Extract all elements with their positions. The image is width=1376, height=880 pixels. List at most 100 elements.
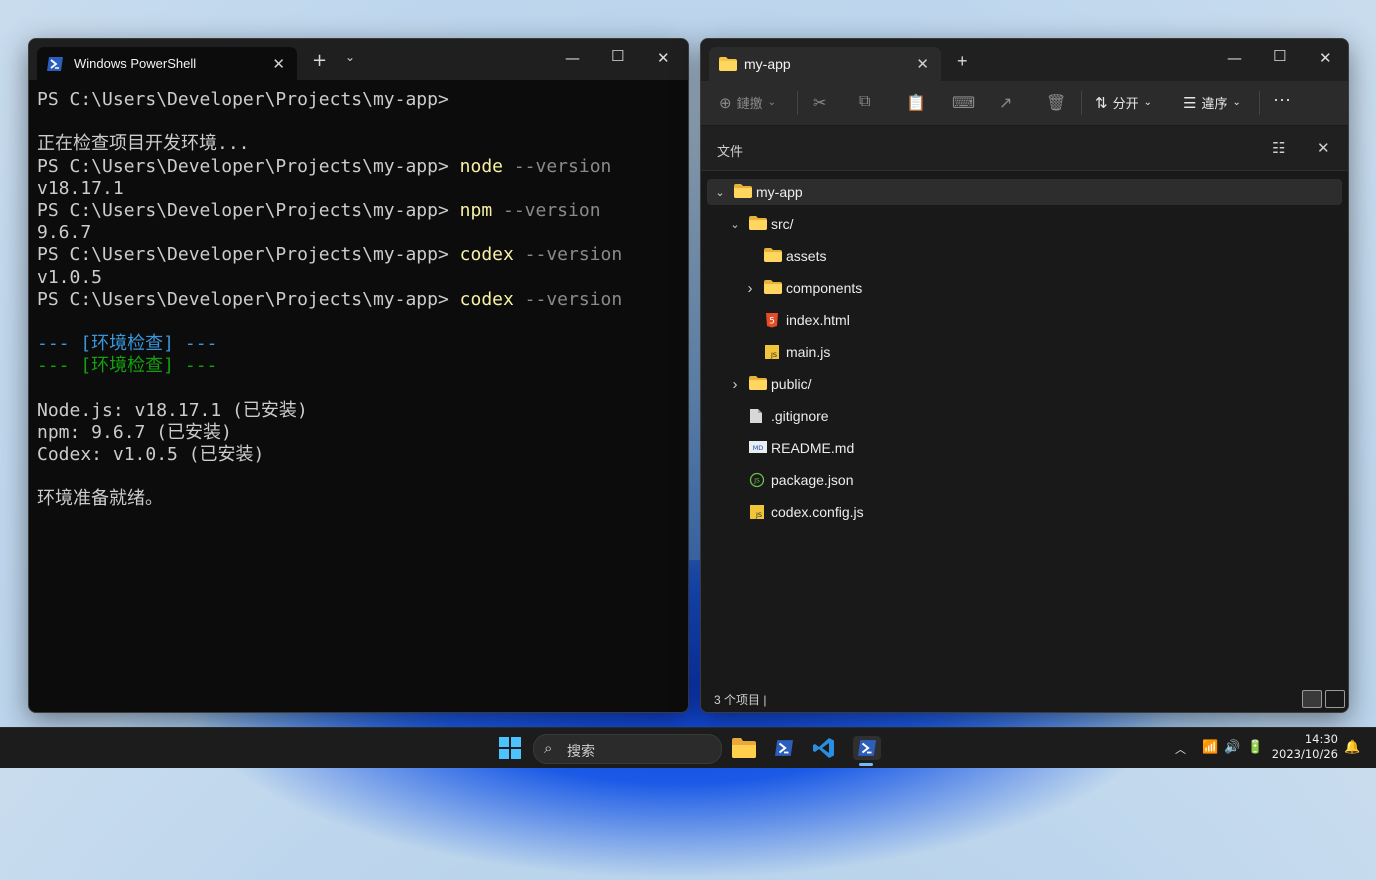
tree-item[interactable]: JS codex.config.js	[707, 499, 1342, 525]
tree-item[interactable]: ⌄ src/	[707, 211, 1342, 237]
vscode-taskbar-button[interactable]	[811, 736, 837, 760]
tree-item-label: src/	[771, 216, 794, 232]
output-text: Codex: v1.0.5 (已安装)	[37, 444, 265, 465]
chevron-right-icon[interactable]: ›	[743, 280, 757, 297]
rename-button[interactable]: ⌨	[952, 93, 975, 113]
maximize-button[interactable]: ☐	[611, 47, 624, 65]
close-window-button[interactable]: ✕	[657, 49, 670, 67]
terminal-titlebar[interactable]: Windows PowerShell ✕ + ⌄ — ☐ ✕	[29, 39, 688, 80]
terminal-output[interactable]: PS C:\Users\Developer\Projects\my-app> 正在…	[37, 89, 680, 511]
sort-button-label: 分开	[1112, 96, 1139, 111]
terminal-tab-label: Windows PowerShell	[74, 56, 197, 71]
chevron-up-icon[interactable]: ︿	[1175, 741, 1186, 757]
output-text: PS C:\Users\Developer\Projects\my-app>	[37, 89, 449, 110]
tree-item[interactable]: JS package.json	[707, 467, 1342, 493]
battery-icon[interactable]: 🔋	[1247, 740, 1263, 755]
tab-my-app[interactable]: my-app ✕	[709, 47, 941, 81]
command-bar: ⊕ 鏈撽 ⌄ ✂ ⧉ 📋 ⌨ ↗ 🗑 ⇅ 分开 ⌄ ☰ 違序 ⌄ ···	[701, 81, 1348, 126]
status-bar: 3 个项目 |	[701, 686, 1348, 712]
close-tab-icon[interactable]: ✕	[916, 55, 929, 73]
tree-item-label: codex.config.js	[771, 504, 864, 520]
close-window-button[interactable]: ✕	[1319, 49, 1332, 67]
tree-item-label: assets	[786, 248, 827, 264]
windows-logo-icon	[499, 737, 521, 759]
more-options-button[interactable]: ···	[1273, 89, 1291, 110]
chevron-down-icon[interactable]: ⌄	[713, 186, 727, 199]
close-pane-icon[interactable]: ✕	[1317, 139, 1330, 157]
tree-item-label: .gitignore	[771, 408, 829, 424]
ellipsis-icon: ···	[1273, 89, 1291, 109]
trash-icon: 🗑	[1046, 95, 1067, 112]
wifi-icon[interactable]: 📶	[1202, 740, 1218, 755]
folder-icon	[764, 280, 782, 296]
tree-item[interactable]: ⌄ my-app	[707, 179, 1342, 205]
folder-tree: ⌄ my-app ⌄ src/assets › components 5 index.html…	[707, 179, 1342, 531]
command-token: codex	[459, 288, 514, 310]
parameter-token: --version	[492, 199, 601, 221]
delete-button[interactable]: 🗑	[1046, 93, 1066, 113]
vscode-icon	[813, 738, 834, 758]
tree-item[interactable]: › public/	[707, 371, 1342, 397]
new-button[interactable]: ⊕ 鏈撽 ⌄	[719, 93, 776, 112]
output-text: PS C:\Users\Developer\Projects\my-app>	[37, 155, 460, 177]
item-count: 3 个项目 |	[714, 693, 767, 707]
svg-text:JS: JS	[770, 351, 777, 359]
close-tab-icon[interactable]: ✕	[272, 55, 285, 73]
output-text: v1.0.5	[37, 266, 103, 288]
details-list-icon[interactable]: ☷	[1272, 139, 1285, 157]
tree-item[interactable]: › components	[707, 275, 1342, 301]
paste-button[interactable]: 📋	[906, 93, 926, 113]
tree-item[interactable]: MD README.md	[707, 435, 1342, 461]
minimize-button[interactable]: —	[1227, 49, 1242, 67]
scissors-icon: ✂	[813, 95, 827, 112]
terminal-line: v18.17.1	[37, 178, 680, 200]
tree-item-label: package.json	[771, 472, 854, 488]
tiles-view-button[interactable]	[1325, 690, 1345, 708]
maximize-button[interactable]: ☐	[1273, 47, 1286, 65]
pane-header: 文件 ☷ ✕	[701, 126, 1348, 171]
search-icon: ⌕	[544, 739, 553, 757]
cut-button[interactable]: ✂	[813, 93, 826, 113]
chevron-down-icon: ⌄	[1143, 97, 1152, 108]
volume-icon[interactable]: 🔊	[1224, 740, 1240, 755]
file-explorer-taskbar-button[interactable]	[731, 736, 757, 760]
plus-circle-icon: ⊕	[719, 94, 732, 112]
javascript-file-icon: JS	[749, 504, 767, 520]
powershell-active-taskbar-button[interactable]	[853, 736, 881, 760]
javascript-file-icon: JS	[764, 344, 782, 360]
clipboard-icon: 📋	[906, 95, 926, 112]
powershell-taskbar-button[interactable]	[771, 736, 797, 760]
json-file-icon: JS	[749, 472, 767, 488]
new-tab-button[interactable]: +	[312, 50, 327, 71]
taskbar-search[interactable]: ⌕ 搜索	[533, 734, 722, 764]
tree-item[interactable]: .gitignore	[707, 403, 1342, 429]
explorer-titlebar[interactable]: my-app ✕ + — ☐ ✕	[701, 39, 1348, 81]
rename-icon: ⌨	[952, 95, 976, 112]
chevron-right-icon[interactable]: ›	[728, 376, 742, 393]
output-text: PS C:\Users\Developer\Projects\my-app>	[37, 244, 460, 266]
tree-item-label: public/	[771, 376, 812, 392]
tab-powershell[interactable]: Windows PowerShell ✕	[37, 47, 297, 80]
minimize-button[interactable]: —	[565, 49, 580, 67]
chevron-down-icon[interactable]: ⌄	[345, 50, 355, 64]
markdown-file-icon: MD	[749, 440, 767, 456]
output-text: 环境准备就绪。	[37, 488, 163, 510]
view-button[interactable]: ☰ 違序 ⌄	[1183, 93, 1241, 112]
tree-item-label: components	[786, 280, 863, 296]
tree-item[interactable]: 5 index.html	[707, 307, 1342, 333]
share-button[interactable]: ↗	[999, 93, 1012, 113]
start-button[interactable]	[497, 736, 523, 760]
notification-bell-icon[interactable]: 🔔	[1344, 740, 1360, 755]
terminal-line: v1.0.5	[37, 267, 680, 289]
powershell-icon	[775, 740, 793, 756]
taskbar-clock[interactable]: 14:30 2023/10/26	[1272, 732, 1338, 762]
new-tab-button[interactable]: +	[957, 51, 968, 72]
chevron-down-icon[interactable]: ⌄	[728, 218, 742, 231]
details-view-button[interactable]	[1302, 690, 1322, 708]
explorer-tab-label: my-app	[744, 56, 791, 72]
sort-button[interactable]: ⇅ 分开 ⌄	[1095, 93, 1152, 112]
svg-text:5: 5	[769, 317, 775, 327]
copy-button[interactable]: ⧉	[859, 93, 870, 111]
tree-item[interactable]: assets	[707, 243, 1342, 269]
tree-item[interactable]: JS main.js	[707, 339, 1342, 365]
